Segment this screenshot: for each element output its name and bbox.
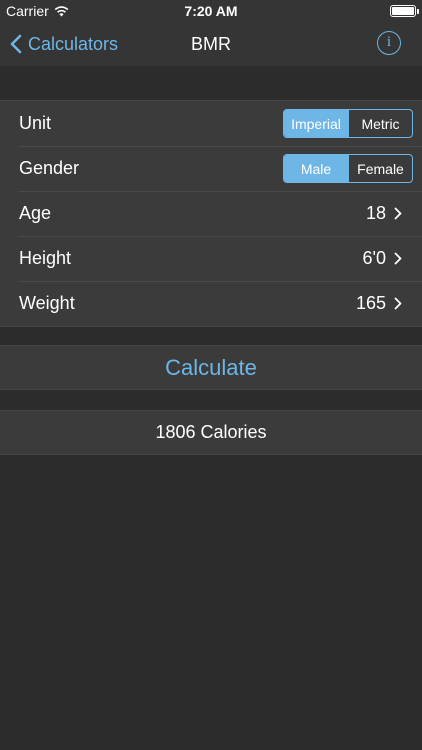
height-label: Height <box>19 248 72 268</box>
unit-segmented-control: Imperial Metric <box>283 109 413 138</box>
gender-male-option[interactable]: Male <box>284 155 348 182</box>
back-button-label: Calculators <box>28 33 119 54</box>
weight-label: Weight <box>19 293 75 313</box>
gender-segmented-control: Male Female <box>283 154 413 183</box>
input-group: Unit Imperial Metric Gender Male Female … <box>0 100 422 327</box>
weight-row[interactable]: Weight 165 <box>0 281 422 326</box>
chevron-right-icon <box>394 207 402 220</box>
gender-female-option[interactable]: Female <box>348 155 412 182</box>
calculate-button[interactable]: Calculate <box>0 345 422 390</box>
weight-value: 165 <box>355 293 386 313</box>
chevron-right-icon <box>394 297 402 310</box>
chevron-right-icon <box>394 252 402 265</box>
unit-label: Unit <box>19 113 52 133</box>
unit-imperial-option[interactable]: Imperial <box>284 110 348 137</box>
chevron-left-icon <box>10 34 22 54</box>
age-row[interactable]: Age 18 <box>0 191 422 236</box>
age-value: 18 <box>365 203 386 223</box>
unit-row: Unit Imperial Metric <box>0 101 422 146</box>
nav-bar: Calculators BMR i <box>0 22 422 66</box>
height-value: 6'0 <box>362 248 386 268</box>
result-display: 1806 Calories <box>0 410 422 455</box>
gender-label: Gender <box>19 158 80 178</box>
battery-icon <box>390 5 419 17</box>
status-bar: Carrier 7:20 AM <box>0 0 422 22</box>
gender-row: Gender Male Female <box>0 146 422 191</box>
height-row[interactable]: Height 6'0 <box>0 236 422 281</box>
unit-metric-option[interactable]: Metric <box>348 110 412 137</box>
back-button[interactable]: Calculators <box>10 22 118 66</box>
age-label: Age <box>19 203 52 223</box>
info-icon[interactable]: i <box>377 31 401 55</box>
status-time: 7:20 AM <box>184 3 238 19</box>
